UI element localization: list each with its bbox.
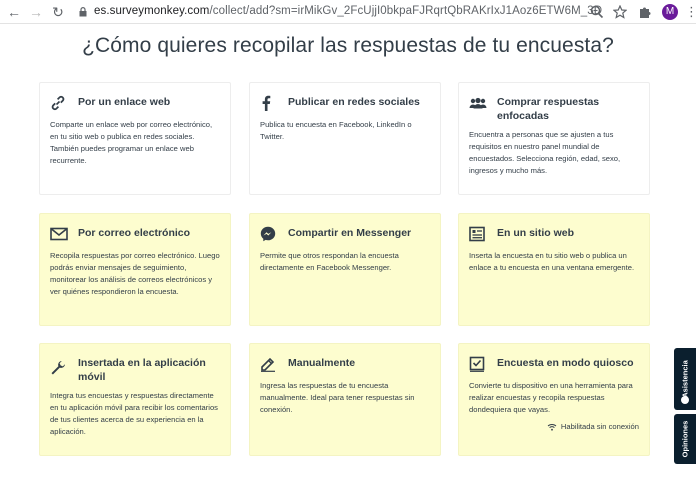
card-description: Integra tus encuestas y respuestas direc… [50, 391, 218, 436]
card-title: Insertada en la aplicación móvil [78, 357, 206, 383]
collector-card-kiosk[interactable]: Encuesta en modo quiosco Convierte tu di… [458, 343, 650, 456]
card-description: Ingresa las respuestas de tu encuesta ma… [260, 381, 415, 414]
browser-toolbar: ← → ↻ es.surveymonkey.com/collect/add?sm… [0, 0, 696, 24]
help-icon [681, 396, 689, 404]
card-title: Publicar en redes sociales [288, 96, 420, 108]
wrench-icon [50, 360, 70, 376]
card-title: Comprar respuestas enfocadas [497, 96, 600, 122]
facebook-icon [260, 95, 280, 111]
zoom-icon[interactable] [590, 5, 604, 19]
menu-dots-icon[interactable]: ⋮ [685, 5, 696, 19]
lock-icon [79, 7, 87, 17]
kiosk-icon [469, 356, 489, 372]
collector-card-email[interactable]: Por correo electrónico Recopila respuest… [39, 213, 231, 326]
website-icon [469, 226, 489, 242]
card-description: Recopila respuestas por correo electróni… [50, 251, 220, 296]
collector-card-web-link[interactable]: Por un enlace web Comparte un enlace web… [39, 82, 231, 195]
pencil-icon [260, 356, 280, 372]
page-title: ¿Cómo quieres recopilar las respuestas d… [82, 34, 614, 57]
card-title: Compartir en Messenger [288, 227, 412, 239]
collector-card-manual[interactable]: Manualmente Ingresa las respuestas de tu… [249, 343, 441, 456]
star-icon[interactable] [613, 5, 627, 19]
collector-card-website[interactable]: En un sitio web Inserta la encuesta en t… [458, 213, 650, 326]
address-bar[interactable]: es.surveymonkey.com/collect/add?sm=irMik… [94, 5, 602, 17]
extensions-icon[interactable] [638, 5, 652, 19]
reload-icon[interactable]: ↻ [50, 4, 66, 20]
back-arrow-icon[interactable]: ← [6, 4, 22, 20]
profile-avatar[interactable]: M [662, 4, 678, 20]
collector-card-buy-responses[interactable]: Comprar respuestas enfocadas Encuentra a… [458, 82, 650, 195]
card-title: En un sitio web [497, 227, 575, 239]
card-title: Manualmente [288, 357, 356, 369]
collector-card-messenger[interactable]: Compartir en Messenger Permite que otros… [249, 213, 441, 326]
card-description: Encuentra a personas que se ajusten a tu… [469, 130, 621, 175]
card-description: Publica tu encuesta en Facebook, LinkedI… [260, 120, 412, 141]
wifi-icon [547, 423, 557, 431]
card-title: Por un enlace web [78, 96, 171, 108]
link-icon [50, 95, 70, 111]
offline-label: Habilitada sin conexión [560, 422, 639, 431]
url-path: /collect/add?sm=irMikGv_2FcUjjI0bkpaFJRq… [209, 5, 603, 17]
card-title: Por correo electrónico [78, 227, 191, 239]
forward-arrow-icon[interactable]: → [28, 4, 44, 20]
offline-indicator: Habilitada sin conexión [469, 422, 639, 431]
assistance-tab[interactable]: Asistencia [674, 348, 696, 410]
card-description: Inserta la encuesta en tu sitio web o pu… [469, 251, 635, 272]
collector-card-social-media[interactable]: Publicar en redes sociales Publica tu en… [249, 82, 441, 195]
collector-card-mobile-app[interactable]: Insertada en la aplicación móvil Integra… [39, 343, 231, 456]
card-description: Convierte tu dispositivo en una herramie… [469, 381, 633, 414]
card-title: Encuesta en modo quiosco [497, 357, 634, 369]
card-description: Permite que otros respondan la encuesta … [260, 251, 399, 272]
url-host: es.surveymonkey.com [94, 5, 210, 17]
feedback-tab[interactable]: Opiniones [674, 414, 696, 464]
card-description: Comparte un enlace web por correo electr… [50, 120, 213, 165]
assistance-label: Asistencia [680, 360, 690, 398]
feedback-label: Opiniones [680, 420, 690, 458]
people-icon [469, 95, 489, 111]
mail-icon [50, 226, 70, 242]
messenger-icon [260, 226, 280, 242]
